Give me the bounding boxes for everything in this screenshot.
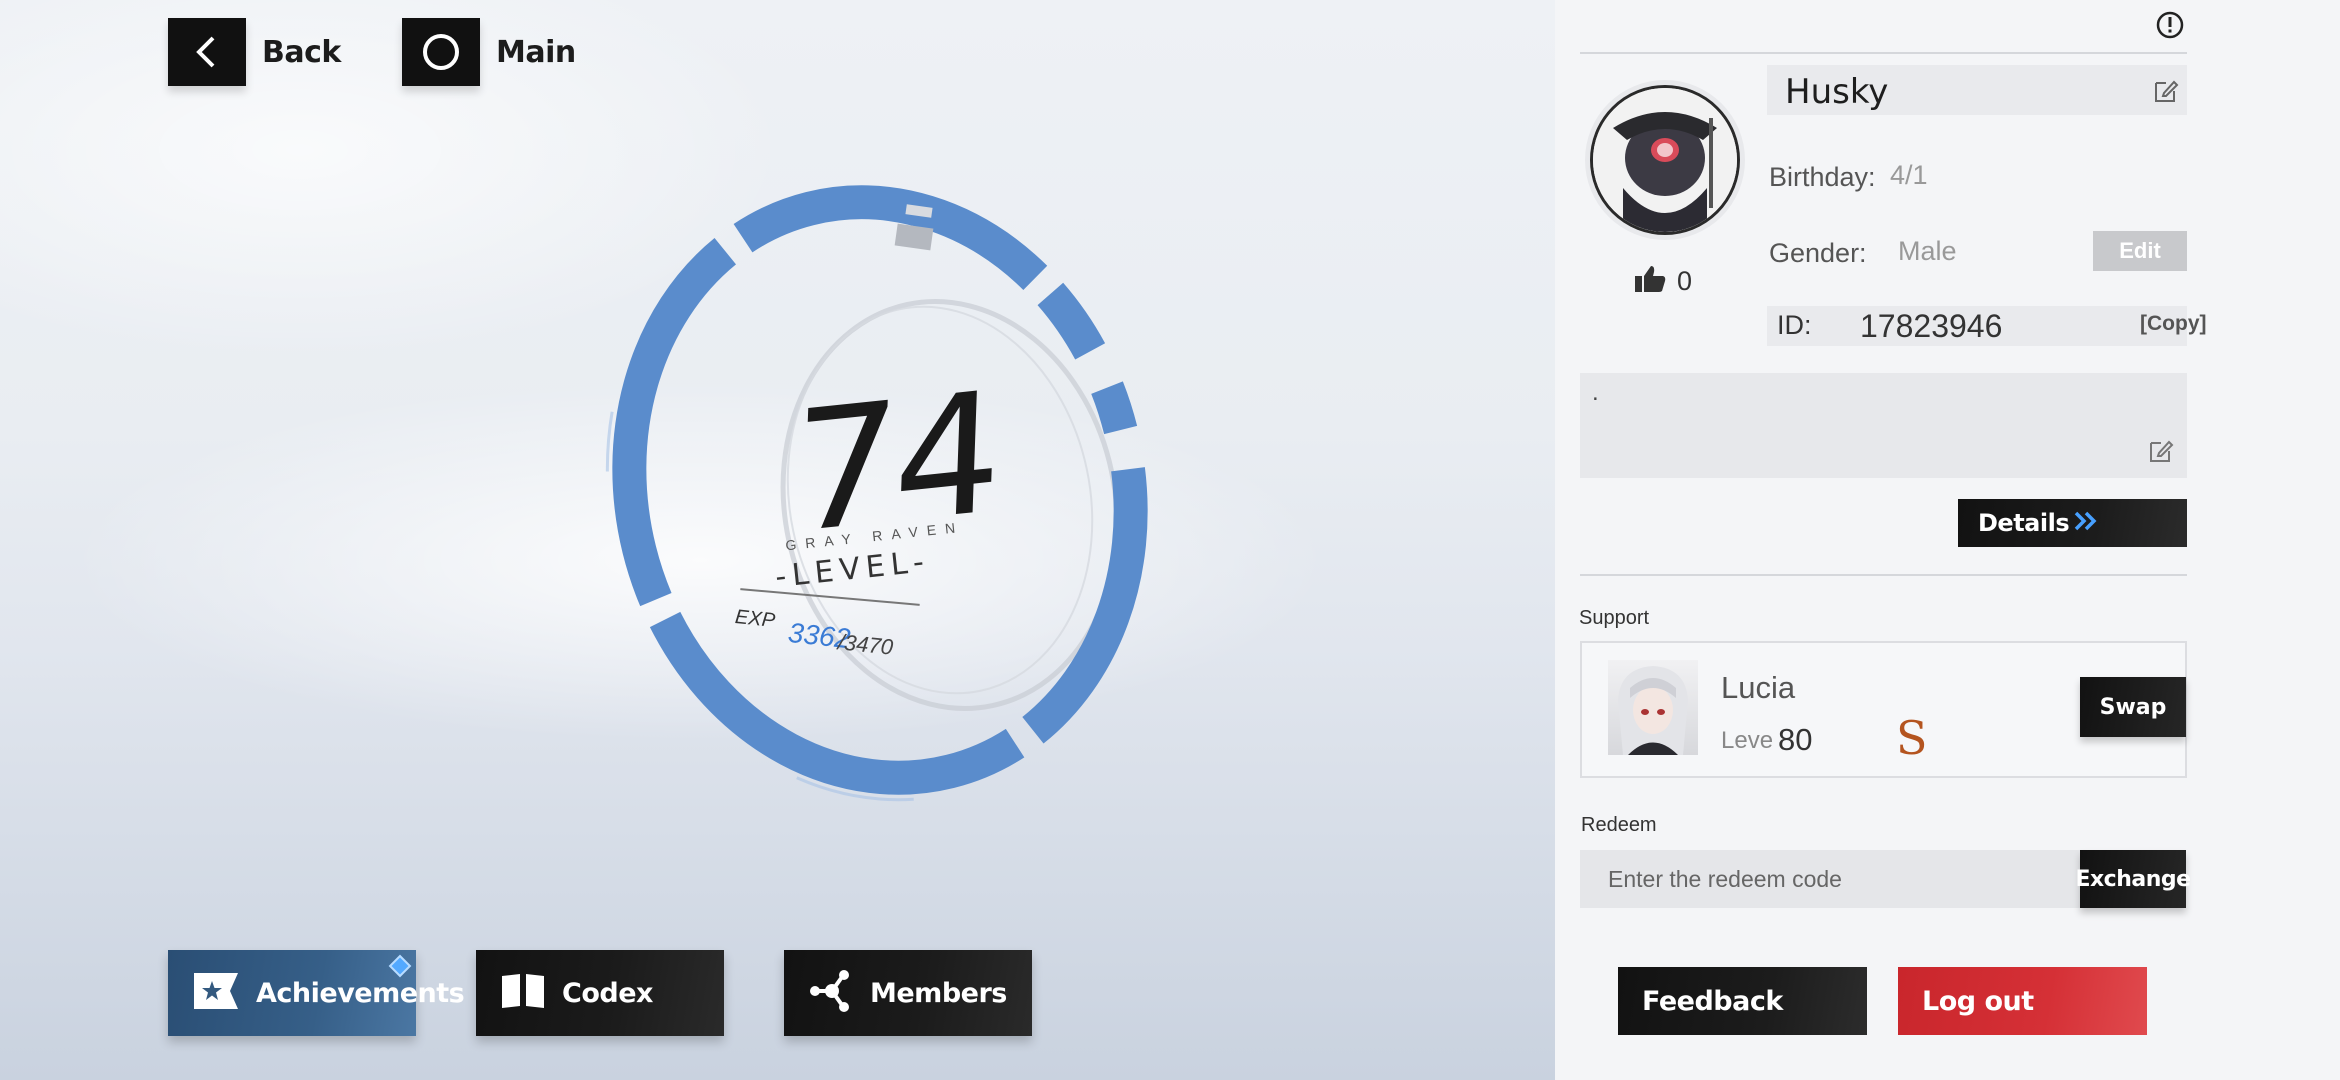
swap-button[interactable]: Swap [2080, 677, 2186, 737]
circle-icon [402, 18, 480, 86]
bio-text: . [1592, 379, 1599, 406]
redeem-code-input[interactable] [1580, 850, 2080, 908]
avatar [1590, 85, 1740, 235]
back-button[interactable]: Back [168, 18, 341, 86]
likes-count: 0 [1677, 266, 1693, 296]
exchange-button[interactable]: Exchange [2075, 850, 2191, 908]
network-icon [808, 969, 854, 1018]
bio-field[interactable]: . [1580, 373, 2187, 478]
support-rank-badge: S [1896, 711, 1928, 765]
achievements-label: Achievements [256, 977, 465, 1009]
edit-button[interactable]: Edit [2093, 231, 2187, 271]
details-button[interactable]: Details [1958, 499, 2187, 547]
members-label: Members [870, 977, 1007, 1009]
divider [1580, 574, 2187, 576]
achievements-button[interactable]: Achievements [168, 950, 465, 1036]
level-scene: Back Main 74 GRAY RAVEN -LEVEL- EXP 3362… [0, 0, 1555, 1080]
id-row: ID: 17823946 [1767, 306, 2187, 346]
info-icon[interactable] [2155, 10, 2185, 45]
support-level-value: 80 [1778, 722, 1813, 757]
double-chevron-right-icon [2073, 508, 2099, 539]
book-icon [500, 972, 546, 1015]
codex-button[interactable]: Codex [476, 950, 724, 1036]
gender-value: Male [1898, 236, 1957, 266]
main-button[interactable]: Main [402, 18, 576, 86]
members-button[interactable]: Members [784, 950, 1032, 1036]
gender-label: Gender: [1769, 238, 1867, 268]
avatar-frame[interactable] [1585, 80, 1745, 240]
star-flag-icon [192, 971, 240, 1016]
chevron-left-icon [168, 18, 246, 86]
main-label: Main [496, 34, 576, 70]
name-field[interactable]: Husky [1767, 65, 2187, 115]
details-label: Details [1978, 509, 2070, 537]
thumbs-up-icon [1633, 264, 1667, 299]
codex-label: Codex [562, 977, 653, 1009]
feedback-button[interactable]: Feedback [1618, 967, 1867, 1035]
support-section-label: Support [1579, 607, 1650, 629]
new-badge [388, 954, 412, 978]
exp-label: EXP [734, 605, 777, 633]
support-portrait [1608, 660, 1698, 755]
redeem-section-label: Redeem [1581, 814, 1657, 836]
divider [1580, 52, 2187, 54]
birthday-value: 4/1 [1890, 160, 1928, 190]
birthday-label: Birthday: [1769, 162, 1876, 192]
id-label: ID: [1777, 310, 1812, 340]
player-name: Husky [1785, 72, 1889, 112]
back-label: Back [262, 34, 341, 70]
support-level-label: Leve [1721, 727, 1774, 754]
support-name: Lucia [1721, 670, 1796, 705]
logout-button[interactable]: Log out [1898, 967, 2147, 1035]
edit-bio-icon[interactable] [2147, 437, 2175, 470]
id-value: 17823946 [1860, 308, 2003, 344]
likes[interactable]: 0 [1633, 264, 1692, 299]
copy-id-button[interactable]: [Copy] [2140, 312, 2207, 336]
edit-name-icon[interactable] [2152, 77, 2180, 110]
